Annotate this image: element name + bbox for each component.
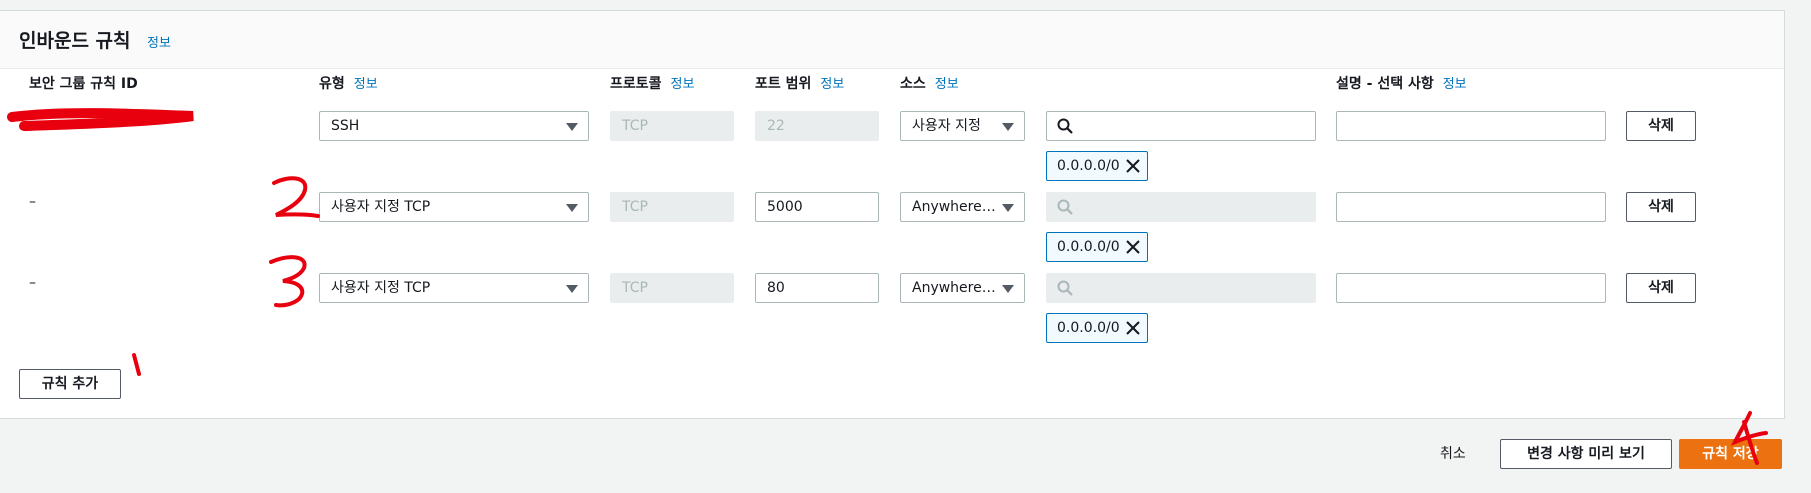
search-icon [1057, 280, 1073, 296]
cidr-token: 0.0.0.0/0 [1046, 313, 1148, 343]
col-source-info[interactable]: 정보 [935, 77, 959, 92]
preview-changes-button[interactable]: 변경 사항 미리 보기 [1500, 439, 1672, 469]
col-type-info[interactable]: 정보 [354, 77, 378, 92]
cidr-search-input[interactable] [1046, 192, 1316, 222]
protocol-field: TCP [610, 192, 734, 222]
cidr-token-label: 0.0.0.0/0 [1057, 239, 1120, 255]
col-description: 설명 - 선택 사항 정보 [1336, 73, 1467, 93]
cancel-link[interactable]: 취소 [1440, 443, 1466, 463]
type-select[interactable]: 사용자 지정 TCP [319, 192, 589, 222]
port-range-input: 22 [755, 111, 879, 141]
cidr-search-input[interactable] [1046, 111, 1316, 141]
panel-title: 인바운드 규칙 [19, 30, 131, 52]
cidr-search-input[interactable] [1046, 273, 1316, 303]
col-source: 소스 정보 [900, 73, 959, 93]
protocol-field: TCP [610, 111, 734, 141]
delete-button[interactable]: 삭제 [1626, 111, 1696, 141]
port-range-input[interactable]: 80 [755, 273, 879, 303]
col-rule-id: 보안 그룹 규칙 ID [29, 73, 138, 93]
col-port-range-label: 포트 범위 [755, 76, 812, 92]
source-select[interactable]: Anywhere-I... [900, 192, 1025, 222]
panel-info-link[interactable]: 정보 [147, 32, 171, 51]
type-select-value: 사용자 지정 TCP [331, 199, 431, 215]
description-input[interactable] [1336, 192, 1606, 222]
col-type-label: 유형 [319, 76, 345, 92]
close-icon[interactable] [1126, 159, 1140, 173]
close-icon[interactable] [1126, 321, 1140, 335]
caret-down-icon [1002, 285, 1014, 293]
col-description-label: 설명 - 선택 사항 [1336, 76, 1434, 92]
col-port-range: 포트 범위 정보 [755, 73, 844, 93]
type-select[interactable]: SSH [319, 111, 589, 141]
col-port-range-info[interactable]: 정보 [820, 77, 844, 92]
source-select[interactable]: 사용자 지정 [900, 111, 1025, 141]
type-select[interactable]: 사용자 지정 TCP [319, 273, 589, 303]
cidr-token: 0.0.0.0/0 [1046, 232, 1148, 262]
cidr-token-label: 0.0.0.0/0 [1057, 320, 1120, 336]
cidr-token: 0.0.0.0/0 [1046, 151, 1148, 181]
col-type: 유형 정보 [319, 73, 378, 93]
protocol-field: TCP [610, 273, 734, 303]
cidr-token-label: 0.0.0.0/0 [1057, 158, 1120, 174]
caret-down-icon [1002, 204, 1014, 212]
caret-down-icon [1002, 123, 1014, 131]
close-icon[interactable] [1126, 240, 1140, 254]
add-rule-button[interactable]: 규칙 추가 [19, 369, 121, 399]
description-input[interactable] [1336, 273, 1606, 303]
col-rule-id-label: 보안 그룹 규칙 ID [29, 76, 138, 92]
rule-id: – [29, 275, 36, 291]
col-protocol-label: 프로토콜 [610, 76, 662, 92]
port-range-input[interactable]: 5000 [755, 192, 879, 222]
delete-button[interactable]: 삭제 [1626, 192, 1696, 222]
col-description-info[interactable]: 정보 [1443, 77, 1467, 92]
col-protocol: 프로토콜 정보 [610, 73, 694, 93]
delete-button[interactable]: 삭제 [1626, 273, 1696, 303]
caret-down-icon [566, 285, 578, 293]
type-select-value: 사용자 지정 TCP [331, 280, 431, 296]
rule-id: – [29, 194, 36, 210]
search-icon [1057, 118, 1073, 134]
search-icon [1057, 199, 1073, 215]
save-rules-button[interactable]: 규칙 저장 [1679, 439, 1782, 469]
caret-down-icon [566, 204, 578, 212]
col-protocol-info[interactable]: 정보 [671, 77, 695, 92]
col-source-label: 소스 [900, 76, 926, 92]
caret-down-icon [566, 123, 578, 131]
source-select[interactable]: Anywhere-I... [900, 273, 1025, 303]
description-input[interactable] [1336, 111, 1606, 141]
panel-header: 인바운드 규칙 정보 [0, 11, 1784, 69]
type-select-value: SSH [331, 118, 360, 134]
